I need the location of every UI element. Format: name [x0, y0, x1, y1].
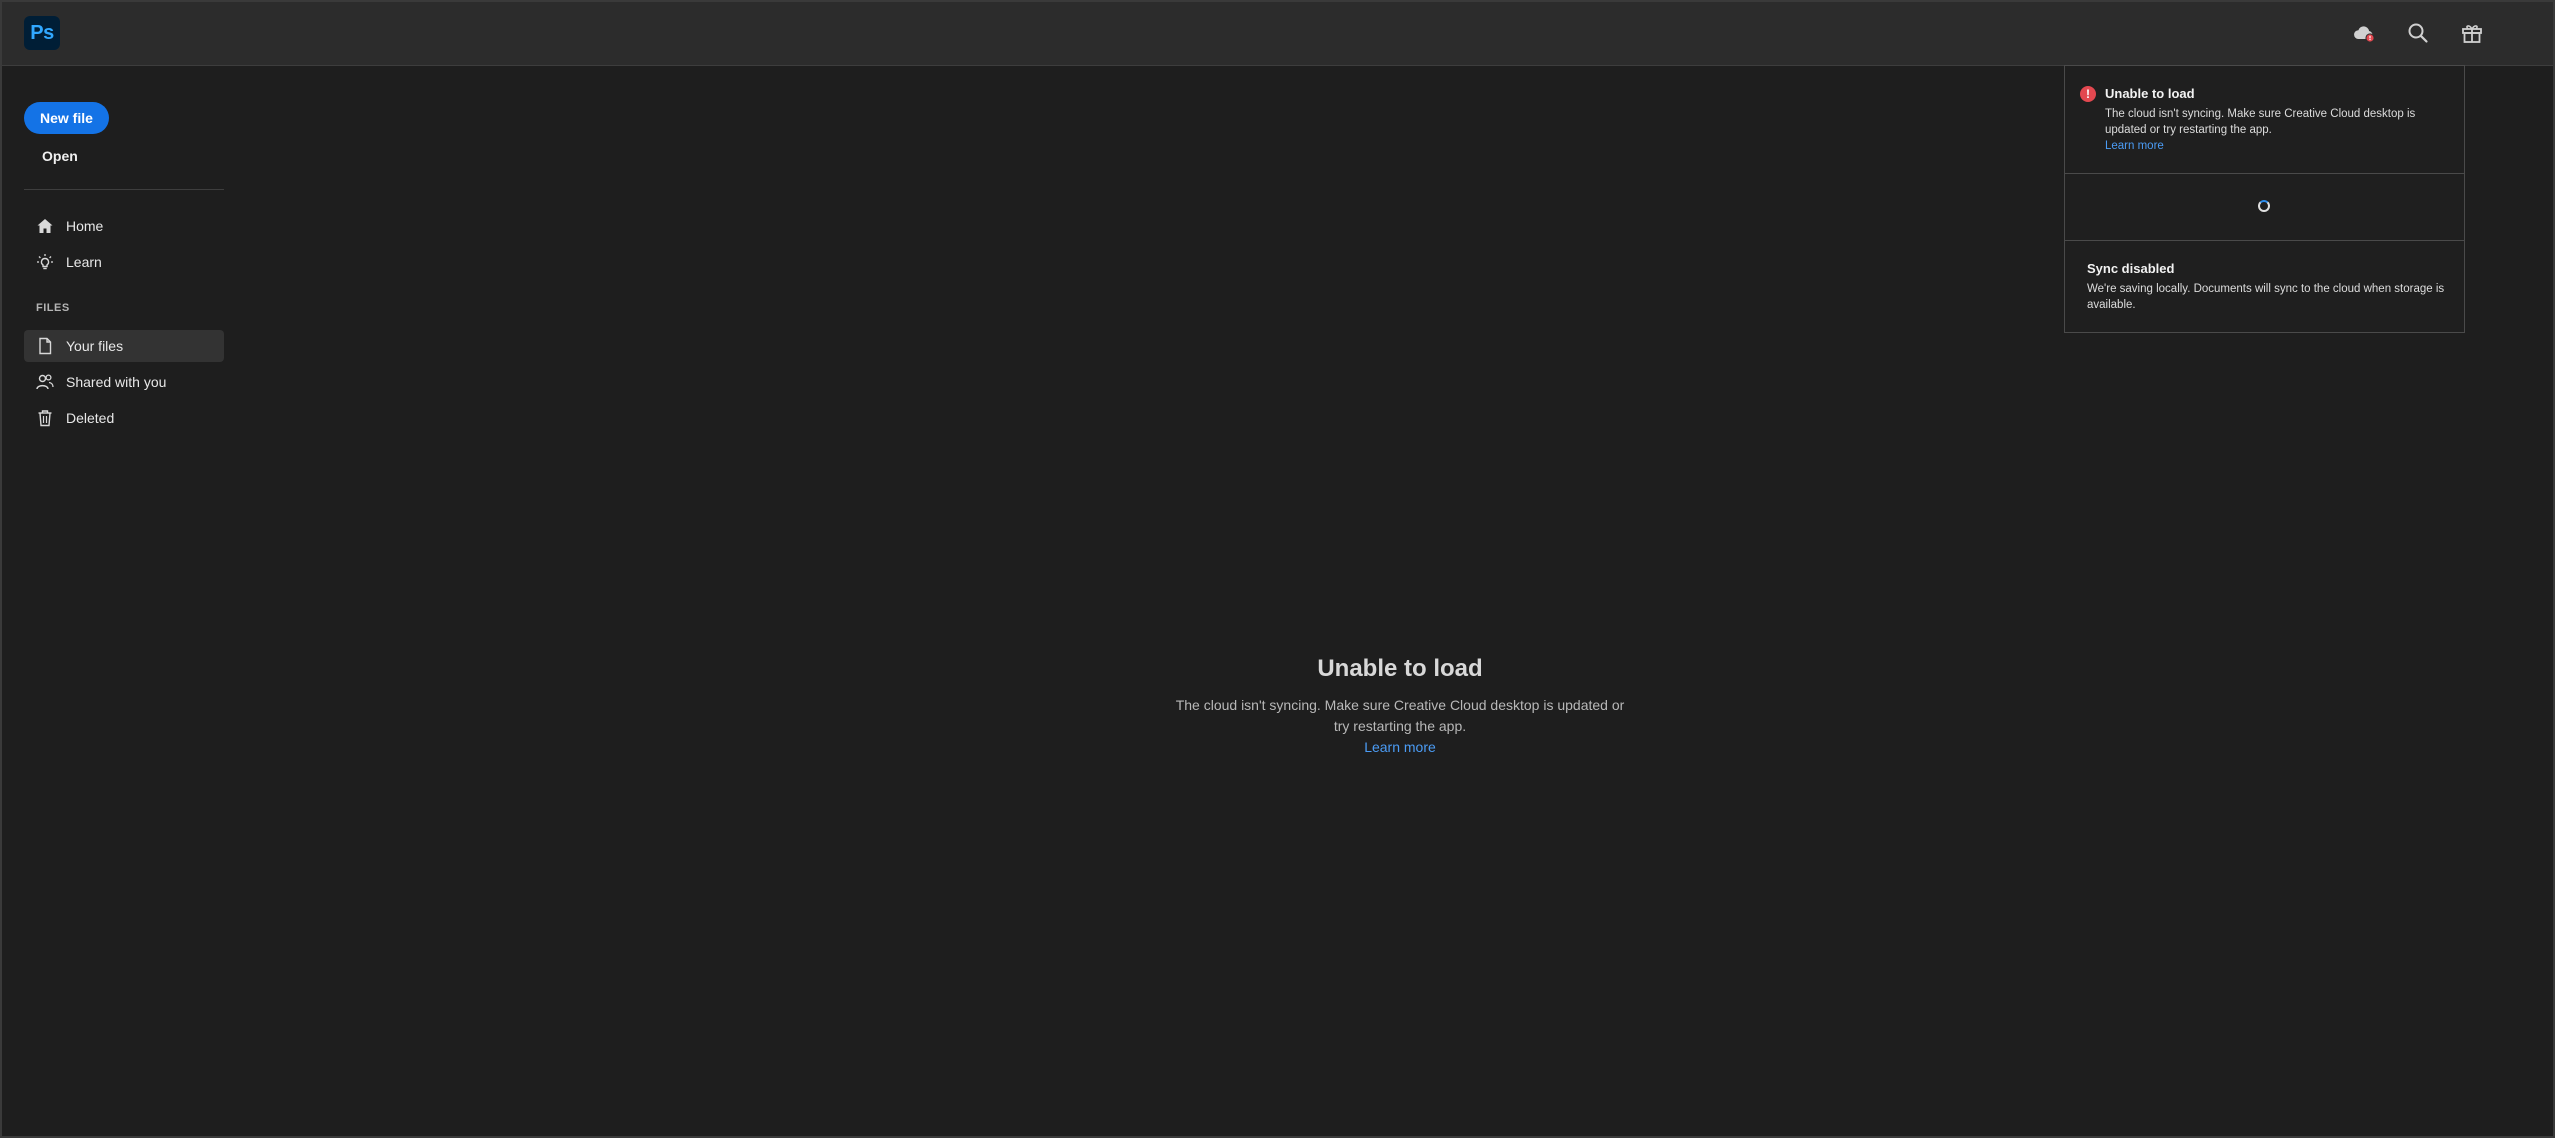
- new-file-button[interactable]: New file: [24, 102, 109, 134]
- gift-icon: [2462, 25, 2482, 43]
- empty-state: Unable to load The cloud isn't syncing. …: [1175, 655, 1625, 758]
- sidebar-item-label: Your files: [66, 338, 124, 354]
- sidebar-item-learn[interactable]: Learn: [24, 246, 224, 278]
- people-icon: [36, 374, 54, 390]
- sidebar-item-deleted[interactable]: Deleted: [24, 402, 224, 434]
- search-button[interactable]: [2403, 18, 2433, 48]
- sync-title: Sync disabled: [2087, 261, 2175, 276]
- popover-divider: [2065, 173, 2464, 174]
- empty-state-title: Unable to load: [1317, 655, 1483, 682]
- header-actions: [2349, 18, 2487, 48]
- alert-icon: !: [2080, 86, 2096, 102]
- loading-spinner-icon: [2258, 200, 2270, 212]
- top-bar: Ps: [0, 0, 2555, 66]
- home-icon: [37, 219, 53, 233]
- sidebar-item-label: Learn: [66, 254, 102, 270]
- sidebar-divider: [24, 189, 224, 190]
- error-title: Unable to load: [2105, 86, 2195, 101]
- sidebar-item-shared-with-you[interactable]: Shared with you: [24, 366, 224, 398]
- sidebar-item-your-files[interactable]: Your files: [24, 330, 224, 362]
- sidebar-item-label: Home: [66, 218, 104, 234]
- open-button[interactable]: Open: [42, 148, 78, 164]
- cloud-error-icon: [2354, 26, 2375, 43]
- sidebar-item-label: Deleted: [66, 410, 115, 426]
- files-section-heading: FILES: [36, 302, 70, 314]
- error-notification: ! Unable to load The cloud isn't syncing…: [2065, 66, 2464, 173]
- search-icon: [2408, 23, 2428, 43]
- error-body: The cloud isn't syncing. Make sure Creat…: [2105, 108, 2416, 136]
- document-icon: [39, 337, 52, 355]
- cloud-status-button[interactable]: [2349, 18, 2379, 48]
- error-learn-more-link[interactable]: Learn more: [2105, 138, 2164, 154]
- sidebar-item-label: Shared with you: [66, 374, 167, 390]
- sidebar-item-home[interactable]: Home: [24, 210, 224, 242]
- sync-body: We're saving locally. Documents will syn…: [2087, 283, 2445, 311]
- sync-status-popover: ! Unable to load The cloud isn't syncing…: [2064, 65, 2465, 333]
- learn-more-link[interactable]: Learn more: [1364, 737, 1436, 758]
- trash-icon: [38, 410, 52, 427]
- lightbulb-icon: [37, 254, 53, 270]
- sync-notification: Sync disabled We're saving locally. Docu…: [2065, 241, 2464, 331]
- photoshop-logo[interactable]: Ps: [24, 16, 60, 50]
- gift-button[interactable]: [2457, 18, 2487, 48]
- empty-state-description: The cloud isn't syncing. Make sure Creat…: [1175, 697, 1625, 734]
